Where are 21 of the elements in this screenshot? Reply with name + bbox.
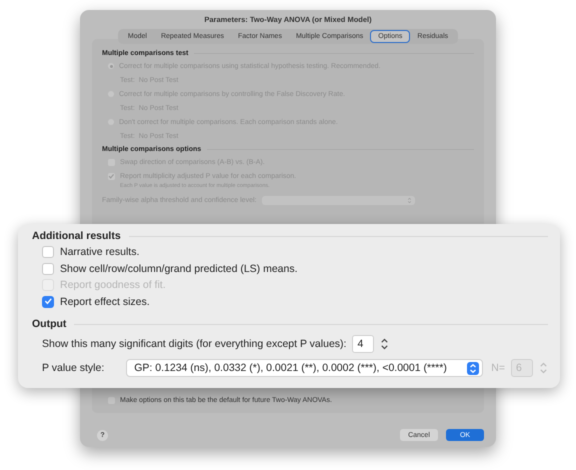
stepper-icon (407, 196, 412, 204)
option-label: Narrative results. (60, 246, 140, 258)
chevron-icon (467, 362, 480, 374)
option-label: Report goodness of fit. (60, 279, 166, 292)
stepper-icon[interactable] (380, 336, 390, 352)
section-heading: Additional results (32, 228, 548, 244)
p-style-dropdown[interactable]: GP: 0.1234 (ns), 0.0332 (*), 0.0021 (**), 0.0002 (***), <0.0001 (****) (126, 359, 484, 377)
section-heading: Output (32, 316, 548, 332)
option-label: Report effect sizes. (60, 296, 150, 308)
checkbox[interactable] (42, 246, 54, 258)
checkbox[interactable] (42, 262, 54, 275)
checkbox[interactable] (108, 396, 115, 404)
option-label: Show cell/row/column/grand predicted (LS) means. (60, 262, 298, 275)
checkbox[interactable] (108, 172, 115, 180)
p-style-label: P value style: (42, 362, 104, 374)
digits-field[interactable]: 4 (352, 335, 374, 353)
checkbox[interactable] (42, 296, 54, 308)
n-label: N= (491, 362, 505, 374)
digits-label: Show this many significant digits (for everything except P values): (42, 338, 346, 350)
alpha-dropdown[interactable] (262, 196, 416, 204)
radio-button[interactable] (108, 63, 114, 69)
